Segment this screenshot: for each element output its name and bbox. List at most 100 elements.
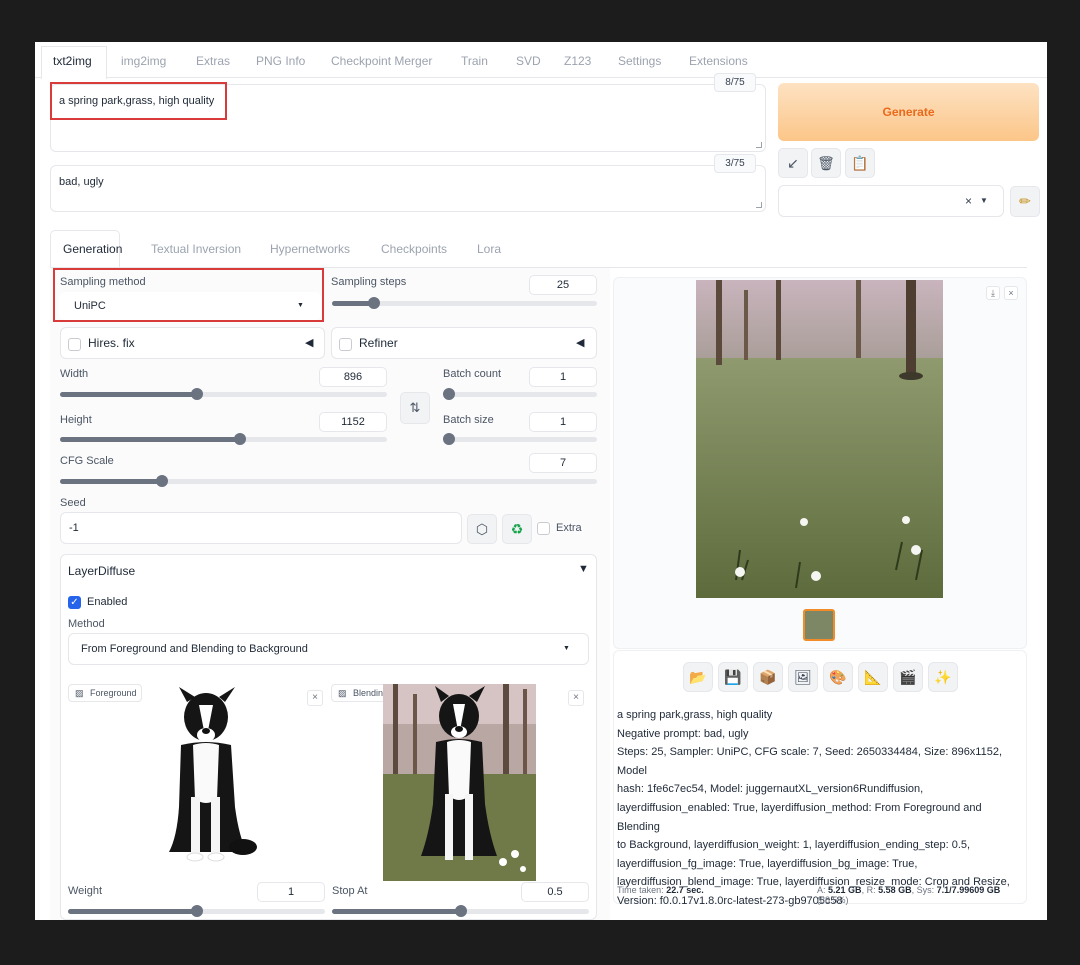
batch-count-slider[interactable] bbox=[443, 388, 597, 400]
refiner-accordion[interactable]: Refiner ◀ bbox=[331, 327, 597, 359]
sampling-steps-input[interactable]: 25 bbox=[529, 275, 597, 295]
info-line: layerdiffusion_fg_image: True, layerdiff… bbox=[617, 857, 918, 870]
resize-handle-icon[interactable] bbox=[756, 202, 762, 208]
seed-input[interactable]: -1 bbox=[60, 512, 462, 544]
mem-r-label: R: bbox=[866, 885, 876, 895]
send-to-inpaint-button[interactable]: 🎨 bbox=[823, 662, 853, 692]
cfg-scale-label: CFG Scale bbox=[60, 455, 114, 467]
stop-at-input[interactable]: 0.5 bbox=[521, 882, 589, 902]
batch-size-slider[interactable] bbox=[443, 433, 597, 445]
clear-blending-icon[interactable]: × bbox=[568, 690, 584, 706]
generate-button[interactable]: Generate bbox=[778, 83, 1039, 141]
height-slider[interactable] bbox=[60, 433, 387, 445]
tab-txt2img[interactable]: txt2img bbox=[53, 54, 92, 68]
prompt-token-counter: 8/75 bbox=[714, 73, 756, 92]
batch-count-label: Batch count bbox=[443, 368, 502, 380]
layerdiffuse-panel: LayerDiffuse ▼ ✓ Enabled Method From For… bbox=[60, 554, 597, 920]
cfg-scale-slider[interactable] bbox=[60, 475, 597, 487]
upscale-button[interactable]: ✨ bbox=[928, 662, 958, 692]
sampling-steps-slider[interactable] bbox=[332, 297, 597, 309]
folder-icon: 📂 bbox=[689, 669, 707, 685]
random-seed-button[interactable]: ⬡ bbox=[467, 514, 497, 544]
foreground-label: Foreground bbox=[90, 688, 137, 698]
clear-styles-icon[interactable]: × bbox=[965, 194, 972, 208]
batch-count-input[interactable]: 1 bbox=[529, 367, 597, 387]
slider-fill bbox=[68, 909, 197, 914]
tab-img2img[interactable]: img2img bbox=[121, 54, 166, 68]
width-label: Width bbox=[60, 368, 89, 380]
slider-handle[interactable] bbox=[190, 905, 203, 917]
clear-prompt-button[interactable]: 🗑 bbox=[811, 148, 841, 178]
read-params-button[interactable]: ↙ bbox=[778, 148, 808, 178]
tab-generation[interactable]: Generation bbox=[63, 242, 122, 256]
stop-at-slider[interactable] bbox=[332, 905, 589, 917]
tab-extras[interactable]: Extras bbox=[196, 54, 230, 68]
extra-seed-checkbox[interactable] bbox=[537, 522, 550, 535]
method-select[interactable]: From Foreground and Blending to Backgrou… bbox=[68, 633, 589, 665]
batch-size-input[interactable]: 1 bbox=[529, 412, 597, 432]
edit-styles-button[interactable]: ✏ bbox=[1010, 186, 1040, 217]
extra-seed-label: Extra bbox=[556, 522, 582, 534]
tab-png-info[interactable]: PNG Info bbox=[256, 54, 305, 68]
tab-checkpoint-merger[interactable]: Checkpoint Merger bbox=[331, 54, 432, 68]
tab-textual-inversion[interactable]: Textual Inversion bbox=[151, 242, 241, 256]
collapse-triangle-icon[interactable]: ◀ bbox=[305, 336, 313, 349]
slider-handle[interactable] bbox=[454, 905, 467, 917]
mem-sys-label: Sys: bbox=[916, 885, 935, 895]
slider-handle[interactable] bbox=[443, 388, 455, 400]
slider-handle[interactable] bbox=[156, 475, 169, 487]
layerdiffuse-enabled-label: Enabled bbox=[87, 596, 128, 608]
mem-r-value: 5.58 GB bbox=[878, 885, 912, 895]
tab-hypernetworks[interactable]: Hypernetworks bbox=[270, 242, 350, 256]
height-input[interactable]: 1152 bbox=[319, 412, 387, 432]
send-to-svd-button[interactable]: 🎬 bbox=[893, 662, 923, 692]
tab-extensions[interactable]: Extensions bbox=[689, 54, 748, 68]
width-input[interactable]: 896 bbox=[319, 367, 387, 387]
info-line: layerdiffusion_enabled: True, layerdiffu… bbox=[617, 801, 982, 833]
slider-handle[interactable] bbox=[233, 433, 246, 445]
weight-slider[interactable] bbox=[68, 905, 325, 917]
open-folder-button[interactable]: 📂 bbox=[683, 662, 713, 692]
weight-input[interactable]: 1 bbox=[257, 882, 325, 902]
send-to-img2img-button[interactable]: 🖼 bbox=[788, 662, 818, 692]
save-icon: 💾 bbox=[724, 669, 742, 685]
refiner-checkbox[interactable] bbox=[339, 338, 352, 351]
tab-z123[interactable]: Z123 bbox=[564, 54, 591, 68]
tab-lora[interactable]: Lora bbox=[477, 242, 501, 256]
save-button[interactable]: 💾 bbox=[718, 662, 748, 692]
refiner-label: Refiner bbox=[359, 336, 398, 350]
collapse-triangle-icon[interactable]: ▼ bbox=[578, 563, 589, 575]
reuse-seed-button[interactable]: ♻ bbox=[502, 514, 532, 544]
resize-handle-icon[interactable] bbox=[756, 142, 762, 148]
close-icon[interactable]: × bbox=[1004, 286, 1018, 300]
sampling-highlight-box bbox=[53, 268, 324, 322]
blending-dog-image[interactable] bbox=[383, 684, 536, 881]
cfg-scale-input[interactable]: 7 bbox=[529, 453, 597, 473]
tab-checkpoints[interactable]: Checkpoints bbox=[381, 242, 447, 256]
hires-fix-checkbox[interactable] bbox=[68, 338, 81, 351]
generated-park-image[interactable] bbox=[696, 280, 943, 598]
main-tabs: txt2img img2img Extras PNG Info Checkpoi… bbox=[35, 42, 1047, 79]
tab-train[interactable]: Train bbox=[461, 54, 488, 68]
apply-style-button[interactable]: 📋 bbox=[845, 148, 875, 178]
send-to-extras-button[interactable]: 📐 bbox=[858, 662, 888, 692]
info-line: to Background, layerdiffusion_weight: 1,… bbox=[617, 839, 971, 852]
foreground-dog-image[interactable] bbox=[151, 687, 261, 865]
gallery-thumbnail[interactable] bbox=[803, 609, 835, 641]
tab-svd[interactable]: SVD bbox=[516, 54, 541, 68]
info-line: a spring park,grass, high quality bbox=[617, 709, 773, 721]
width-slider[interactable] bbox=[60, 388, 387, 400]
layerdiffuse-enabled-checkbox[interactable]: ✓ bbox=[68, 596, 81, 609]
negative-prompt-input[interactable]: bad, ugly bbox=[50, 165, 766, 212]
download-icon[interactable]: ⤓ bbox=[986, 286, 1000, 300]
sparkle-icon: ✨ bbox=[934, 669, 952, 685]
slider-handle[interactable] bbox=[443, 433, 455, 445]
styles-dropdown[interactable]: × ▼ bbox=[778, 185, 1004, 217]
clear-foreground-icon[interactable]: × bbox=[307, 690, 323, 706]
hires-fix-accordion[interactable]: Hires. fix ◀ bbox=[60, 327, 325, 359]
swap-dimensions-button[interactable]: ⇅ bbox=[400, 392, 430, 424]
palette-icon: 🎨 bbox=[829, 669, 847, 685]
tab-settings[interactable]: Settings bbox=[618, 54, 661, 68]
zip-button[interactable]: 📦 bbox=[753, 662, 783, 692]
collapse-triangle-icon[interactable]: ◀ bbox=[576, 336, 584, 349]
